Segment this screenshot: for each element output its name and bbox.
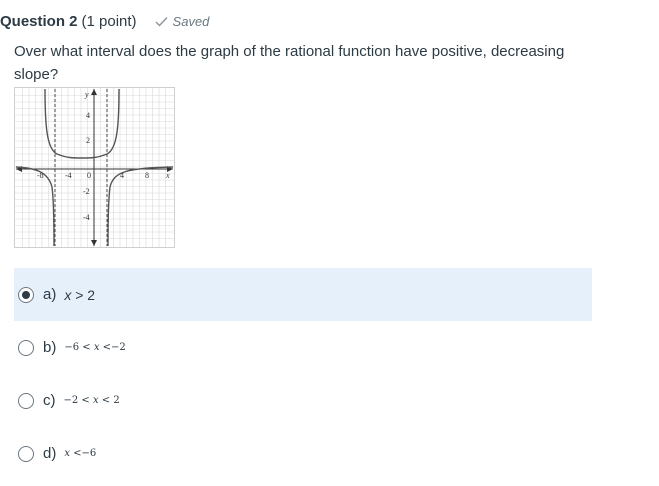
answer-letter: b) bbox=[43, 339, 57, 356]
answer-expression: −6 < x <−2 bbox=[64, 342, 126, 353]
answer-option-d[interactable]: d) x <−6 bbox=[14, 427, 592, 480]
x-tick-label: 4 bbox=[120, 171, 124, 180]
answer-option-a[interactable]: a) x > 2 bbox=[14, 268, 592, 321]
x-tick-label: -4 bbox=[65, 171, 72, 180]
question-title: Question 2 bbox=[0, 12, 78, 30]
rational-function-graph: y x -8 -4 0 4 8 4 2 -2 -4 bbox=[14, 87, 175, 248]
question-text: Over what interval does the graph of the… bbox=[14, 43, 565, 83]
y-tick-label: -4 bbox=[83, 213, 90, 222]
radio-dot-icon bbox=[22, 290, 30, 299]
x-tick-label: 8 bbox=[145, 171, 149, 180]
answer-letter: d) bbox=[43, 445, 57, 462]
answer-expression: −2 < x < 2 bbox=[63, 395, 120, 406]
radio-button[interactable] bbox=[18, 392, 34, 409]
question-points: (1 point) bbox=[81, 12, 137, 30]
answer-options: a) x > 2 b) −6 < x <−2 c) −2 < x < 2 d) … bbox=[14, 268, 592, 480]
y-axis-label: y bbox=[84, 90, 89, 99]
check-icon bbox=[155, 16, 168, 27]
answer-expression: x <−6 bbox=[64, 448, 97, 459]
answer-option-c[interactable]: c) −2 < x < 2 bbox=[14, 374, 592, 427]
answer-expression: x > 2 bbox=[64, 286, 96, 303]
y-tick-label: 4 bbox=[86, 111, 90, 120]
answer-option-b[interactable]: b) −6 < x <−2 bbox=[14, 321, 592, 374]
saved-status-label: Saved bbox=[172, 13, 210, 29]
radio-button-selected[interactable] bbox=[18, 286, 34, 303]
radio-button[interactable] bbox=[18, 339, 34, 356]
answer-letter: a) bbox=[43, 286, 57, 303]
answer-letter: c) bbox=[43, 392, 56, 409]
question-header: Question 2 (1 point) Saved bbox=[0, 10, 209, 32]
x-tick-label: 0 bbox=[87, 171, 91, 180]
y-tick-label: -2 bbox=[83, 187, 90, 196]
saved-status: Saved bbox=[155, 13, 210, 29]
x-axis-label: x bbox=[165, 171, 170, 180]
radio-button[interactable] bbox=[18, 445, 34, 462]
y-tick-label: 2 bbox=[86, 136, 90, 145]
x-tick-label: -8 bbox=[37, 171, 44, 180]
